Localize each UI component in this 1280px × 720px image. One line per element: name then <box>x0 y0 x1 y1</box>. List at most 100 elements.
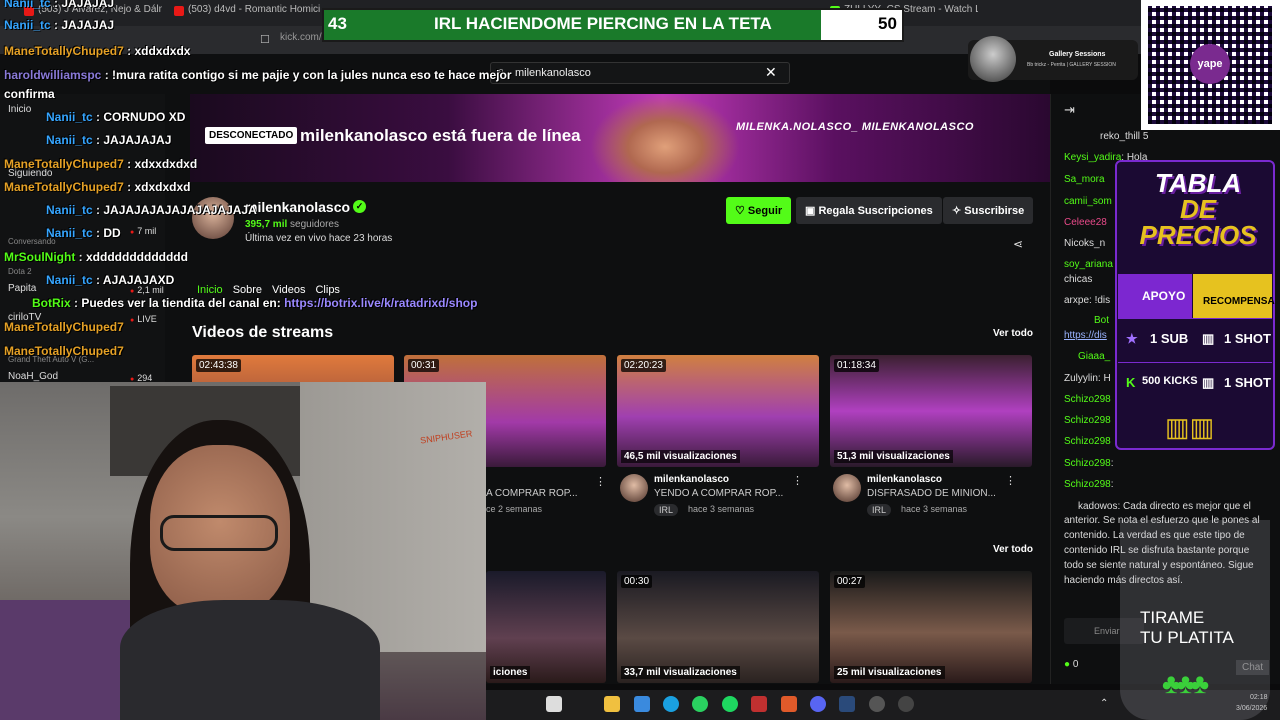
bookmark-icon[interactable]: ☐ <box>260 33 270 46</box>
more-options-icon[interactable]: ⋮ <box>595 475 606 488</box>
browser-tab[interactable]: (503) d4vd - Romantic Homicide - Yo <box>172 4 320 24</box>
avatar[interactable] <box>833 474 861 502</box>
price-recompensa: 1 SHOT <box>1224 375 1271 390</box>
avatar[interactable] <box>620 474 648 502</box>
chat-user[interactable]: Keysi_yadira <box>1064 152 1121 163</box>
chat-user: ManeTotallyChuped7 <box>4 344 124 358</box>
tab-clips[interactable]: Clips <box>315 284 339 296</box>
chat-user[interactable]: Celeee28 <box>1064 217 1107 228</box>
video-title[interactable]: YENDO A COMPRAR ROP... <box>654 488 783 499</box>
stream-title: IRL HACIENDOME PIERCING EN LA TETA <box>434 14 772 33</box>
overlay-chat-line: ManeTotallyChuped7 : xdxxdxdxd <box>4 157 198 171</box>
chat-user[interactable]: Zulyylin <box>1064 373 1098 384</box>
viewer-count: 7 mil <box>130 226 156 236</box>
category-tag[interactable]: IRL <box>867 504 892 516</box>
chat-user: Nanii_tc <box>46 110 93 124</box>
video-card[interactable]: 00:27 25 mil visualizaciones <box>830 571 1032 683</box>
discord-icon[interactable] <box>810 696 826 712</box>
chat-message: Bot <box>1064 315 1109 326</box>
app-icon[interactable] <box>751 696 767 712</box>
video-card[interactable]: 01:18:34 51,3 mil visualizaciones <box>830 355 1032 467</box>
chat-user[interactable]: camii_som <box>1064 196 1112 207</box>
overlay-chat-line: Nanii_tc : JAJAJAJAJAJAJAJAJAJA <box>46 203 257 217</box>
heart-icon: ♡ <box>735 205 748 217</box>
chat-text: xdxdxdxd <box>134 180 191 194</box>
folder-icon[interactable] <box>604 696 620 712</box>
overlay-chat-line: haroldwilliamspc : !mura ratita contigo … <box>4 68 512 82</box>
search-input[interactable]: milenkanolasco <box>490 62 790 84</box>
chat-user[interactable]: Schizo298 <box>1064 458 1111 469</box>
share-icon[interactable]: ⋖ <box>1013 237 1023 251</box>
subscribe-label: Suscribirse <box>964 205 1025 217</box>
steam-icon[interactable] <box>839 696 855 712</box>
gift-subs-button[interactable]: ▣ Regala Suscripciones <box>796 197 942 224</box>
chat-text: Puedes ver la tiendita del canal en: <box>81 296 281 310</box>
chat-user[interactable]: soy_ariana <box>1064 259 1113 270</box>
gift-icon: ▣ <box>805 205 819 217</box>
obs-icon[interactable] <box>869 696 885 712</box>
chat-user[interactable]: Giaaa_ <box>1078 351 1110 362</box>
video-views: 33,7 mil visualizaciones <box>621 666 740 679</box>
tab-sobre[interactable]: Sobre <box>233 284 262 296</box>
chat-user[interactable]: kadowos <box>1078 501 1117 512</box>
video-channel[interactable]: milenkanolasco <box>867 474 942 485</box>
chat-user: Nanii_tc <box>46 203 93 217</box>
points-count: 0 <box>1072 659 1079 670</box>
chat-user[interactable]: Schizo298 <box>1064 394 1111 405</box>
video-channel[interactable]: milenkanolasco <box>654 474 729 485</box>
sidebar-item-inicio[interactable]: Inicio <box>8 104 31 115</box>
close-icon[interactable]: ✕ <box>765 64 777 81</box>
sidebar-category: Dota 2 <box>8 266 32 277</box>
channel-name[interactable]: milenkanolasco <box>245 199 350 215</box>
brave-icon[interactable] <box>781 696 797 712</box>
chat-user: ManeTotallyChuped7 <box>4 180 124 194</box>
spotify-icon[interactable] <box>722 696 738 712</box>
overlay-chat-line: Nanii_tc : CORNUDO XD <box>46 110 186 124</box>
sidebar-channel-noah-god[interactable]: NoaH_God <box>8 371 58 382</box>
sidebar-label: Inicio <box>8 104 32 115</box>
chat-text: JAJAJAJAJAJAJAJAJAJA <box>103 203 257 217</box>
more-options-icon[interactable]: ⋮ <box>1005 474 1016 487</box>
chat-message: Schizo298 <box>1064 415 1111 426</box>
category-tag[interactable]: IRL <box>654 504 679 516</box>
subscribe-button[interactable]: ✧ Suscribirse <box>943 197 1034 224</box>
overlay-chat-line: ManeTotallyChuped7 : xddxdxdx <box>4 44 191 58</box>
see-all-link[interactable]: Ver todo <box>993 544 1033 555</box>
whatsapp-icon[interactable] <box>692 696 708 712</box>
chat-user[interactable]: Schizo298 <box>1064 436 1111 447</box>
app-icon[interactable] <box>898 696 914 712</box>
chat-link[interactable]: https://dis <box>1064 330 1107 341</box>
follow-button[interactable]: ♡ Seguir <box>726 197 792 224</box>
see-all-link[interactable]: Ver todo <box>993 328 1033 339</box>
chat-user[interactable]: reko_thill <box>1100 131 1140 142</box>
tab-videos[interactable]: Videos <box>272 284 305 296</box>
chat-message: camii_som <box>1064 196 1112 207</box>
edge-icon[interactable] <box>663 696 679 712</box>
chat-text: !mura ratita contigo si me pajie y con l… <box>112 68 512 82</box>
taskview-icon[interactable] <box>546 696 562 712</box>
video-card[interactable]: 00:30 33,7 mil visualizaciones <box>617 571 819 683</box>
chat-message: Celeee28 <box>1064 217 1107 228</box>
banner-image <box>590 94 740 182</box>
chevron-up-icon[interactable]: ⌃ <box>1100 698 1108 709</box>
chat-user[interactable]: Nicoks_n <box>1064 238 1105 249</box>
chat-user[interactable]: arxpe <box>1064 295 1089 306</box>
chat-user: Nanii_tc <box>4 18 51 32</box>
follower-number: 395,7 mil <box>245 219 288 230</box>
chat-user[interactable]: Sa_mora <box>1064 174 1105 185</box>
chat-user[interactable]: Schizo298 <box>1064 415 1111 426</box>
store-icon[interactable] <box>634 696 650 712</box>
video-title[interactable]: A COMPRAR ROP... <box>486 488 578 499</box>
video-title[interactable]: DISFRASADO DE MINION... <box>867 488 996 499</box>
video-duration: 02:43:38 <box>196 359 241 372</box>
follower-count: 395,7 mil seguidores <box>245 219 339 230</box>
more-options-icon[interactable]: ⋮ <box>792 474 803 487</box>
chat-user[interactable]: Bot <box>1094 315 1109 326</box>
video-card[interactable]: 02:20:23 46,5 mil visualizaciones <box>617 355 819 467</box>
tab-inicio[interactable]: Inicio <box>197 284 223 296</box>
collapse-chat-icon[interactable]: ⇥ <box>1064 102 1075 118</box>
chat-user[interactable]: Schizo298 <box>1064 479 1111 490</box>
chat-user: ManeTotallyChuped7 <box>4 44 124 58</box>
video-card[interactable]: iciones <box>486 571 606 683</box>
sidebar-channel-papita[interactable]: Papita <box>8 283 36 294</box>
